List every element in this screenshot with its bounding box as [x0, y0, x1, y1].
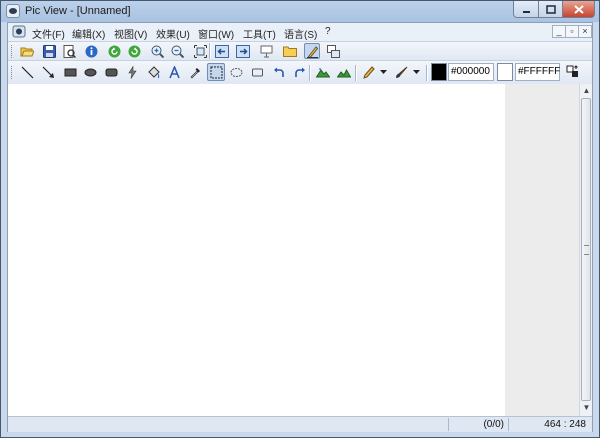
background-hex-field[interactable]: #FFFFFF	[515, 63, 560, 81]
rect-select-icon[interactable]	[207, 63, 225, 81]
edit-mode-icon[interactable]	[304, 43, 320, 59]
cursor-coordinates-status: 464 : 248	[508, 418, 590, 431]
toolbar-grip[interactable]	[11, 45, 15, 58]
folder-icon[interactable]	[282, 43, 298, 59]
rectangle-outline-icon[interactable]	[249, 64, 265, 80]
info-icon[interactable]	[83, 43, 99, 59]
status-bar: (0/0) 464 : 248	[8, 416, 592, 432]
rounded-rectangle-icon[interactable]	[103, 64, 119, 80]
window-title: Pic View - [Unnamed]	[25, 5, 131, 17]
toolbar-separator	[209, 43, 211, 59]
toolbar-separator	[426, 65, 428, 81]
fill-bucket-icon[interactable]	[145, 64, 161, 80]
foreground-color-swatch[interactable]	[431, 63, 447, 81]
main-toolbar	[8, 41, 592, 61]
ellipse-select-icon[interactable]	[228, 64, 244, 80]
swap-colors-icon[interactable]	[564, 64, 580, 80]
maximize-button[interactable]	[538, 1, 563, 18]
fit-size-icon[interactable]	[192, 43, 208, 59]
rotate-left-icon[interactable]	[106, 43, 122, 59]
scroll-down-icon[interactable]: ▼	[581, 402, 592, 414]
print-preview-icon[interactable]	[61, 43, 77, 59]
menu-language[interactable]: 语言(S)	[284, 26, 317, 41]
undo-icon[interactable]	[271, 64, 287, 80]
toolbar-grip[interactable]	[11, 66, 15, 79]
menu-file[interactable]: 文件(F)	[32, 26, 65, 41]
menu-window[interactable]: 窗口(W)	[198, 26, 234, 41]
mdi-minimize-button[interactable]: _	[552, 25, 566, 38]
foreground-hex-field[interactable]: #000000	[448, 63, 494, 81]
title-bar[interactable]: Pic View - [Unnamed]	[1, 1, 599, 22]
pencil-icon[interactable]	[360, 64, 376, 80]
mountain-icon-2[interactable]	[336, 64, 352, 80]
menu-view[interactable]: 视图(V)	[114, 26, 147, 41]
image-index-status: (0/0)	[448, 418, 508, 431]
text-icon[interactable]	[166, 64, 182, 80]
lightning-icon[interactable]	[124, 64, 140, 80]
menu-help[interactable]: ?	[325, 26, 331, 37]
filled-ellipse-icon[interactable]	[82, 64, 98, 80]
workspace: ▲ ▼	[8, 84, 592, 416]
save-icon[interactable]	[41, 43, 57, 59]
slideshow-icon[interactable]	[258, 43, 274, 59]
scrollbar-grip-icon	[584, 245, 589, 255]
redo-icon[interactable]	[291, 64, 307, 80]
menu-effects[interactable]: 效果(U)	[156, 26, 190, 41]
app-window: Pic View - [Unnamed] 文件(F) 编辑(X) 视图(V) 效…	[0, 0, 600, 438]
toolbar-separator	[309, 65, 311, 81]
next-icon[interactable]	[235, 43, 251, 59]
brush-dropdown-icon[interactable]	[411, 64, 421, 80]
background-color-swatch[interactable]	[497, 63, 513, 81]
client-area: 文件(F) 编辑(X) 视图(V) 效果(U) 窗口(W) 工具(T) 语言(S…	[7, 22, 593, 432]
vertical-scrollbar[interactable]: ▲ ▼	[579, 84, 592, 416]
toolbar-separator	[355, 65, 357, 81]
line-icon[interactable]	[19, 64, 35, 80]
copy-window-icon[interactable]	[325, 43, 341, 59]
menu-tools[interactable]: 工具(T)	[243, 26, 276, 41]
mdi-close-button[interactable]: ×	[578, 25, 592, 38]
zoom-in-icon[interactable]	[149, 43, 165, 59]
mountain-icon-1[interactable]	[315, 64, 331, 80]
menu-edit[interactable]: 编辑(X)	[72, 26, 105, 41]
previous-icon[interactable]	[214, 43, 230, 59]
minimize-button[interactable]	[513, 1, 539, 18]
pencil-dropdown-icon[interactable]	[378, 64, 388, 80]
eyedropper-icon[interactable]	[187, 64, 203, 80]
drawing-toolbar: #000000 #FFFFFF	[8, 60, 592, 85]
close-button[interactable]	[562, 1, 595, 18]
rotate-right-icon[interactable]	[126, 43, 142, 59]
scrollbar-thumb[interactable]	[581, 98, 591, 401]
document-icon[interactable]	[12, 25, 26, 38]
menu-bar: 文件(F) 编辑(X) 视图(V) 效果(U) 窗口(W) 工具(T) 语言(S…	[8, 23, 592, 41]
scroll-up-icon[interactable]: ▲	[581, 85, 592, 97]
mdi-restore-button[interactable]: ▫	[565, 25, 579, 38]
drawing-canvas[interactable]	[8, 84, 505, 416]
filled-rectangle-icon[interactable]	[62, 64, 78, 80]
app-icon[interactable]	[6, 4, 20, 18]
brush-icon[interactable]	[393, 64, 409, 80]
arrow-icon[interactable]	[40, 64, 56, 80]
zoom-out-icon[interactable]	[169, 43, 185, 59]
open-icon[interactable]	[19, 43, 35, 59]
